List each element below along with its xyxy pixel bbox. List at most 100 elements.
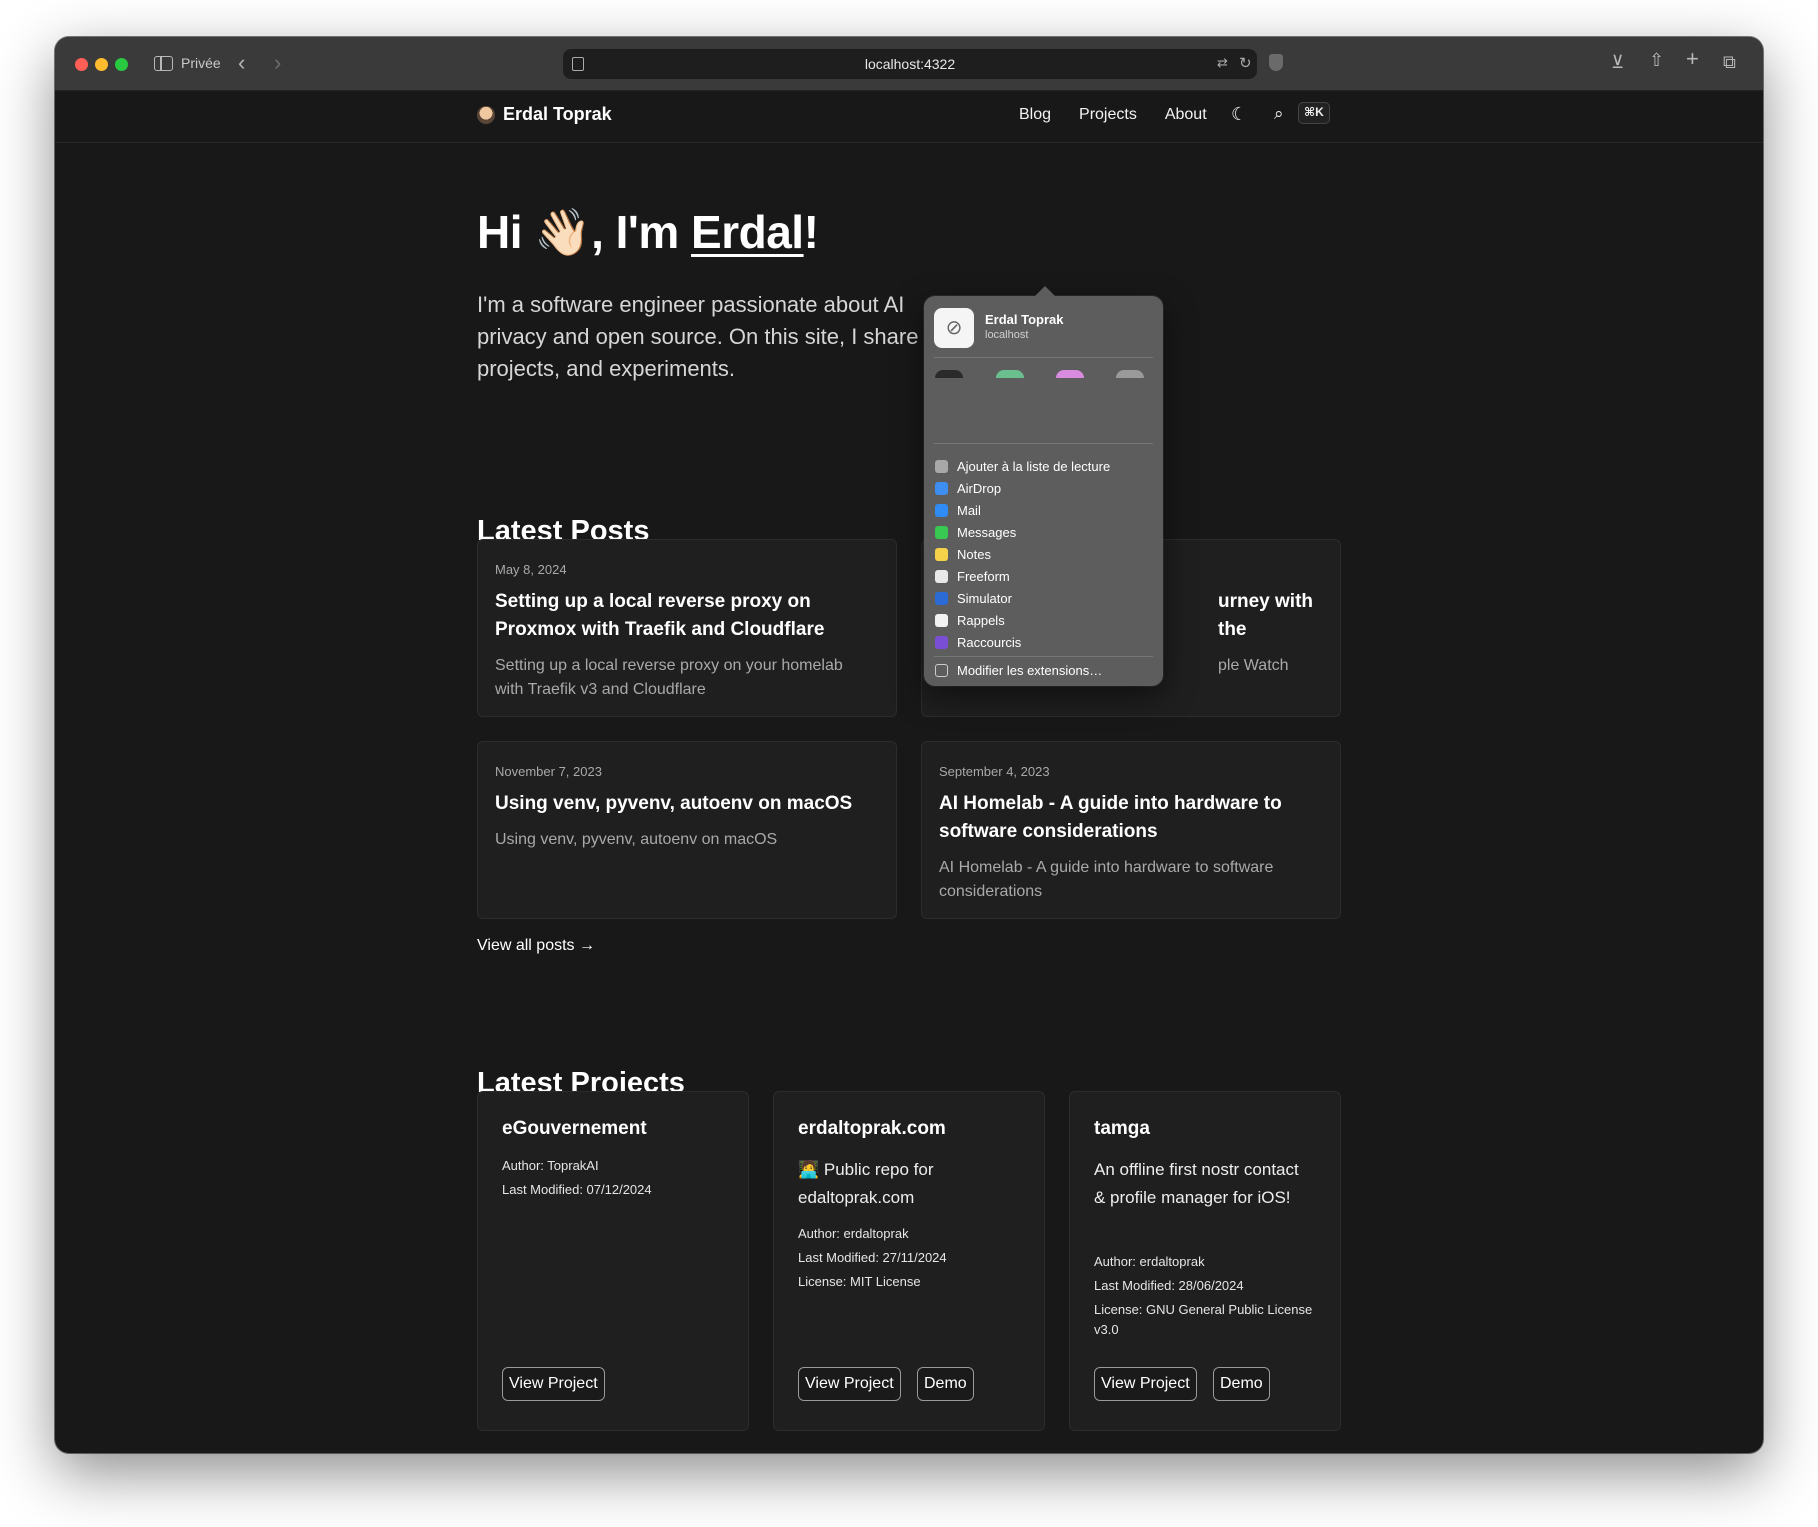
project-license: License: GNU General Public License v3.0	[1094, 1302, 1313, 1337]
shortcuts-icon	[935, 635, 948, 649]
nav-about[interactable]: About	[1165, 106, 1207, 124]
share-item-freeform[interactable]: Freeform	[935, 565, 1110, 587]
site-brand[interactable]: Erdal Toprak	[477, 104, 612, 125]
demo-button[interactable]: Demo	[1213, 1367, 1270, 1401]
post-card[interactable]: September 4, 2023 AI Homelab - A guide i…	[921, 741, 1341, 919]
privacy-shield-icon[interactable]	[1269, 54, 1283, 71]
share-icon[interactable]: ⇧	[1649, 51, 1664, 69]
translate-icon[interactable]: ⇄	[1217, 55, 1228, 71]
divider	[934, 357, 1153, 358]
post-description: Using venv, pyvenv, autoenv on macOS	[495, 831, 778, 848]
project-title[interactable]: erdaltoprak.com	[798, 1118, 946, 1140]
brand-name: Erdal Toprak	[503, 104, 612, 124]
download-icon[interactable]: ⊻	[1611, 53, 1624, 71]
view-project-button[interactable]: View Project	[798, 1367, 901, 1401]
project-description: 🧑‍💻 Public repo for edaltoprak.com	[798, 1160, 934, 1207]
view-all-posts-link[interactable]: View all posts →	[477, 937, 595, 955]
post-title: Using venv, pyvenv, autoenv on macOS	[495, 793, 853, 814]
browser-window: Privée ‹ › localhost:4322 ⇄ ↻ ⊻ ⇧ + ⧉ Er…	[55, 37, 1763, 1453]
freeform-icon	[935, 569, 948, 583]
close-window-button[interactable]	[75, 58, 88, 71]
popup-arrow	[1035, 286, 1055, 296]
reload-icon[interactable]: ↻	[1239, 54, 1252, 72]
share-site-title: Erdal Toprak	[985, 312, 1064, 327]
project-author: Author: erdaltoprak	[798, 1226, 909, 1241]
sidebar-toggle-icon[interactable]	[154, 56, 173, 71]
post-description: ple Watch	[1218, 657, 1289, 674]
divider	[934, 656, 1153, 657]
share-item-reminders[interactable]: Rappels	[935, 609, 1110, 631]
hero-intro: I'm a software engineer passionate about…	[477, 292, 919, 381]
site-header: Erdal Toprak Blog Projects About ☾ ⌕ ⌘K	[55, 91, 1763, 143]
project-modified: Last Modified: 27/11/2024	[798, 1250, 947, 1265]
zoom-window-button[interactable]	[115, 58, 128, 71]
address-bar[interactable]: localhost:4322 ⇄ ↻	[563, 49, 1257, 79]
view-project-button[interactable]: View Project	[1094, 1367, 1197, 1401]
post-card[interactable]: May 8, 2024 Setting up a local reverse p…	[477, 539, 897, 717]
notes-icon	[935, 547, 948, 561]
airdrop-icon	[935, 481, 948, 495]
project-modified: Last Modified: 07/12/2024	[502, 1182, 652, 1197]
share-item-notes[interactable]: Notes	[935, 543, 1110, 565]
post-description: AI Homelab - A guide into hardware to so…	[939, 859, 1274, 900]
post-card[interactable]: November 7, 2023 Using venv, pyvenv, aut…	[477, 741, 897, 919]
post-description: Setting up a local reverse proxy on your…	[495, 657, 843, 698]
contact-avatar[interactable]	[996, 370, 1024, 378]
page-title: Hi 👋🏻, I'm Erdal!	[477, 206, 819, 258]
demo-button[interactable]: Demo	[917, 1367, 974, 1401]
simulator-icon	[935, 591, 948, 605]
back-icon[interactable]: ‹	[238, 52, 245, 74]
messages-icon	[935, 525, 948, 539]
project-author: Author: erdaltoprak	[1094, 1254, 1205, 1269]
edit-extensions-item[interactable]: Modifier les extensions…	[935, 663, 1102, 678]
minimize-window-button[interactable]	[95, 58, 108, 71]
browser-toolbar: Privée ‹ › localhost:4322 ⇄ ↻ ⊻ ⇧ + ⧉	[55, 37, 1763, 91]
share-menu-popup: ⊘ Erdal Toprak localhost Ajouter à la li…	[924, 286, 1163, 686]
share-item-messages[interactable]: Messages	[935, 521, 1110, 543]
reminders-icon	[935, 613, 948, 627]
divider	[934, 443, 1153, 444]
project-title[interactable]: tamga	[1094, 1118, 1150, 1140]
theme-toggle-moon-icon[interactable]: ☾	[1231, 104, 1247, 125]
avatar	[477, 105, 495, 124]
view-project-button[interactable]: View Project	[502, 1367, 605, 1401]
new-tab-icon[interactable]: +	[1686, 48, 1699, 70]
tab-overview-icon[interactable]: ⧉	[1723, 53, 1736, 71]
project-modified: Last Modified: 28/06/2024	[1094, 1278, 1244, 1293]
nav-blog[interactable]: Blog	[1019, 106, 1051, 124]
project-title[interactable]: eGouvernement	[502, 1118, 647, 1140]
contact-avatar[interactable]	[1056, 370, 1084, 378]
share-item-reading-list[interactable]: Ajouter à la liste de lecture	[935, 455, 1110, 477]
project-card: erdaltoprak.com 🧑‍💻 Public repo for edal…	[773, 1091, 1045, 1431]
project-meta: Author: ToprakAI Last Modified: 07/12/20…	[502, 1156, 732, 1204]
compass-icon: ⊘	[934, 308, 974, 348]
nav-projects[interactable]: Projects	[1079, 106, 1137, 124]
post-date: September 4, 2023	[939, 764, 1050, 779]
wave-emoji: 👋🏻	[534, 206, 592, 258]
post-date: May 8, 2024	[495, 562, 567, 577]
about-link[interactable]: Erdal	[691, 206, 804, 258]
post-title: urney with the	[1218, 591, 1314, 640]
post-date: November 7, 2023	[495, 764, 602, 779]
contact-avatar[interactable]	[1116, 370, 1144, 378]
project-author: Author: ToprakAI	[502, 1158, 599, 1173]
project-meta: Author: erdaltoprak Last Modified: 28/06…	[1094, 1252, 1324, 1344]
project-meta: Author: erdaltoprak Last Modified: 27/11…	[798, 1224, 1028, 1296]
share-item-simulator[interactable]: Simulator	[935, 587, 1110, 609]
extensions-icon	[935, 664, 948, 677]
share-site-host: localhost	[985, 329, 1029, 341]
share-item-mail[interactable]: Mail	[935, 499, 1110, 521]
search-icon[interactable]: ⌕	[1274, 104, 1284, 124]
share-item-airdrop[interactable]: AirDrop	[935, 477, 1110, 499]
contact-avatar[interactable]	[935, 370, 963, 378]
forward-icon[interactable]: ›	[274, 52, 281, 74]
search-shortcut-badge[interactable]: ⌘K	[1298, 102, 1330, 124]
main-nav: Blog Projects About	[1019, 106, 1207, 124]
post-title: Setting up a local reverse proxy on Prox…	[495, 591, 825, 640]
project-card: tamga An offline first nostr contact & p…	[1069, 1091, 1341, 1431]
mail-icon	[935, 503, 948, 517]
project-description: An offline first nostr contact & profile…	[1094, 1160, 1299, 1207]
share-options-list: Ajouter à la liste de lecture AirDrop Mail…	[935, 455, 1110, 653]
private-mode-label: Privée	[181, 55, 221, 71]
share-item-shortcuts[interactable]: Raccourcis	[935, 631, 1110, 653]
